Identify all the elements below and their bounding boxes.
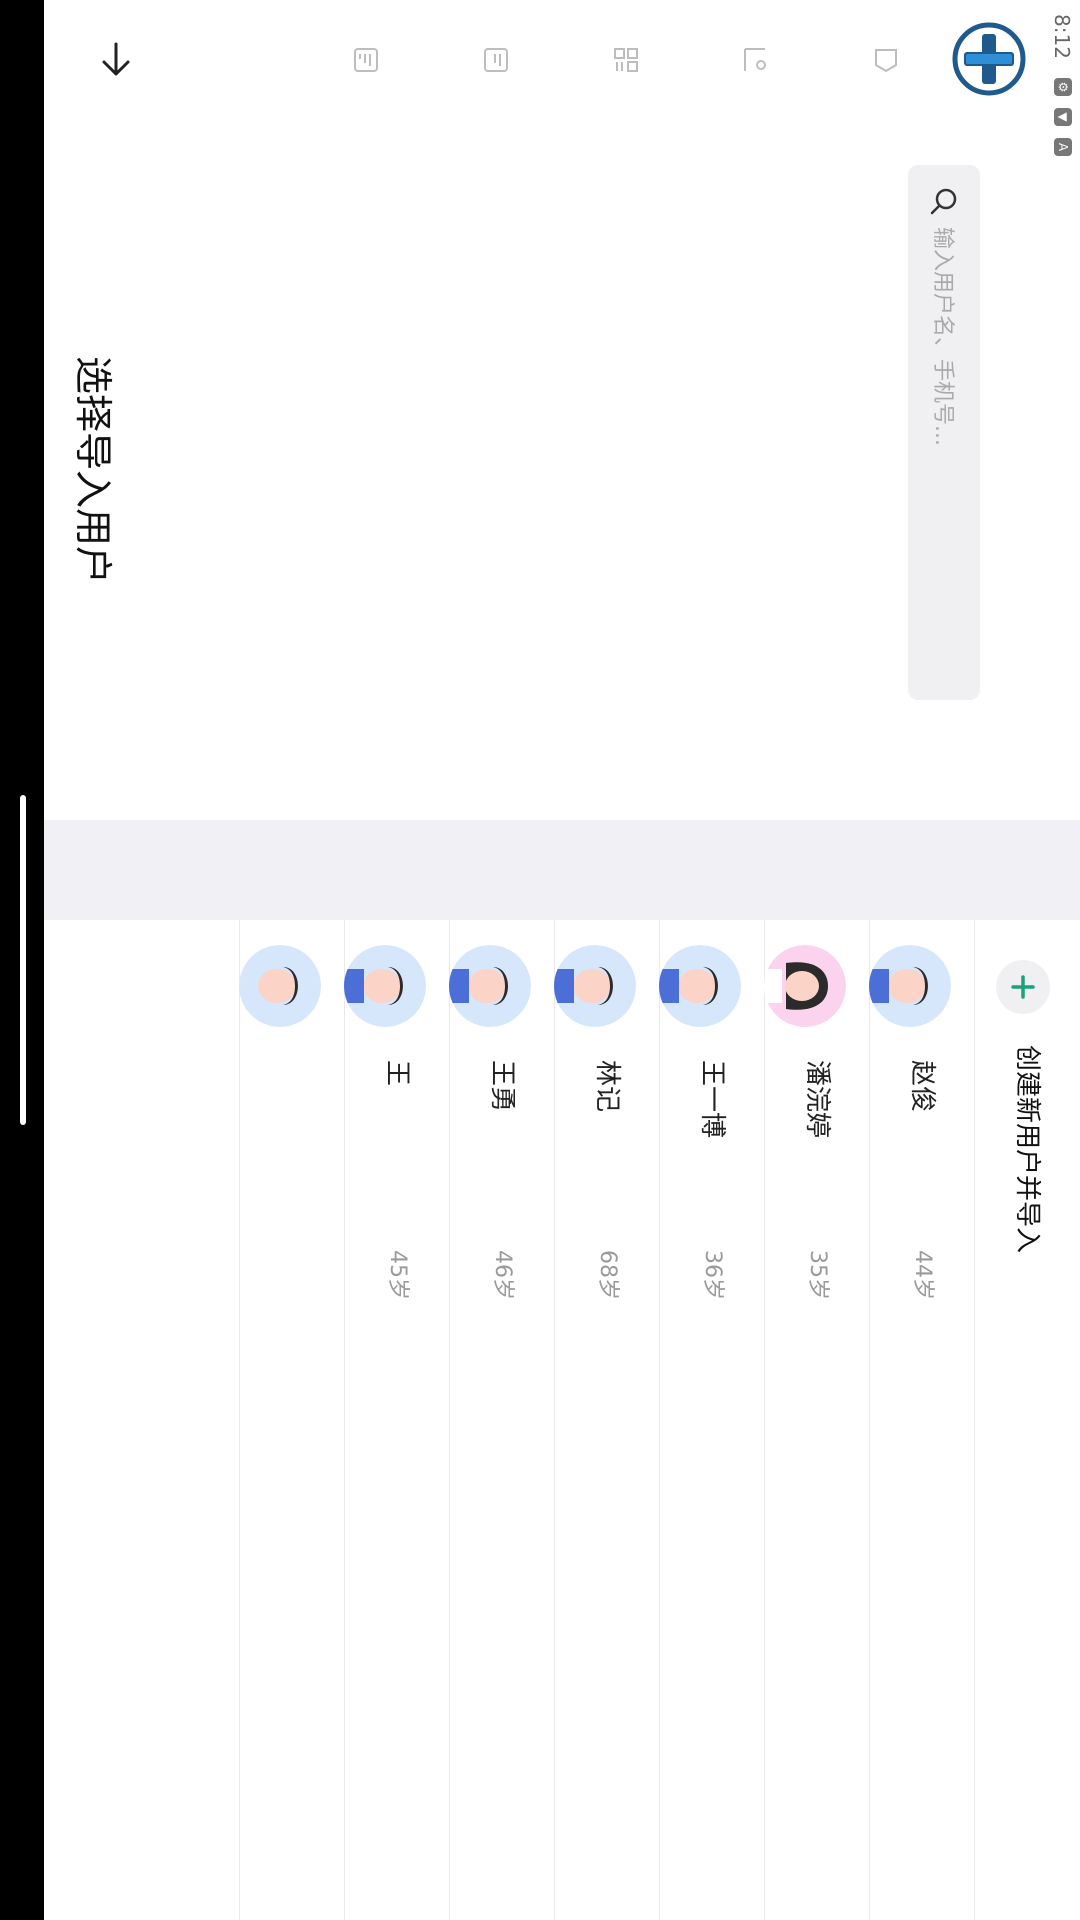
- male-avatar-icon: [449, 945, 531, 1027]
- search-box[interactable]: [906, 165, 980, 700]
- user-age: 36岁: [700, 1250, 725, 1300]
- female-avatar-icon: [764, 945, 846, 1027]
- settings-icon: ⚙: [1054, 78, 1072, 96]
- user-age: 35岁: [805, 1250, 830, 1300]
- page-title: 选择导入用户: [71, 355, 115, 584]
- rail-nav-icon-4[interactable]: [466, 30, 526, 90]
- male-avatar-icon: [869, 945, 951, 1027]
- system-nav-bar: [0, 0, 44, 1920]
- gesture-handle[interactable]: [20, 795, 26, 1125]
- male-avatar-icon: [239, 945, 321, 1027]
- male-avatar-icon: [659, 945, 741, 1027]
- a-icon: A: [1054, 138, 1072, 156]
- upload-arrow-icon[interactable]: [86, 30, 146, 90]
- sidebar-rail: [0, 0, 1046, 120]
- search-input[interactable]: [906, 225, 980, 689]
- user-name: 林记: [592, 1060, 622, 1113]
- search-panel: 选择导入用户: [0, 120, 980, 820]
- male-avatar-icon: [344, 945, 426, 1027]
- create-user-row[interactable]: 创建新用户并导入: [974, 920, 1080, 1920]
- plus-icon: [996, 960, 1050, 1014]
- rail-nav-icon-5[interactable]: [336, 30, 396, 90]
- rail-nav-icon-1[interactable]: [856, 30, 916, 90]
- male-avatar-icon: [554, 945, 636, 1027]
- status-icons: ⚙ ▼ A: [1054, 78, 1072, 156]
- user-name: 王勇: [487, 1060, 517, 1113]
- user-name: 赵俊: [907, 1060, 937, 1113]
- user-age: 45岁: [385, 1250, 410, 1300]
- user-name: 潘浣婷: [802, 1060, 832, 1139]
- user-row[interactable]: 王一博 36岁: [659, 920, 765, 1920]
- status-time: 8:12: [1050, 14, 1074, 59]
- list-item-partial[interactable]: [239, 920, 345, 1920]
- user-name: 王: [382, 1060, 412, 1087]
- user-list[interactable]: 创建新用户并导入 赵俊 44岁 潘浣婷 35岁 王一博 36岁 林记 68岁 王…: [0, 920, 1080, 1920]
- search-icon: [930, 187, 958, 215]
- user-row[interactable]: 林记 68岁: [554, 920, 660, 1920]
- user-age: 46岁: [490, 1250, 515, 1300]
- user-age: 68岁: [595, 1250, 620, 1300]
- rail-nav-icon-3[interactable]: [596, 30, 656, 90]
- app-logo-icon[interactable]: [952, 22, 1026, 96]
- rail-nav-icon-2[interactable]: [726, 30, 786, 90]
- user-row[interactable]: 王 45岁: [344, 920, 450, 1920]
- user-name: 王一博: [697, 1060, 727, 1139]
- user-row[interactable]: 赵俊 44岁: [869, 920, 975, 1920]
- shield-icon: ▼: [1054, 108, 1072, 126]
- user-row[interactable]: 潘浣婷 35岁: [764, 920, 870, 1920]
- user-row[interactable]: 王勇 46岁: [449, 920, 555, 1920]
- create-user-label: 创建新用户并导入: [1012, 1045, 1042, 1254]
- user-age: 44岁: [910, 1250, 935, 1300]
- panel-divider: [0, 820, 1080, 920]
